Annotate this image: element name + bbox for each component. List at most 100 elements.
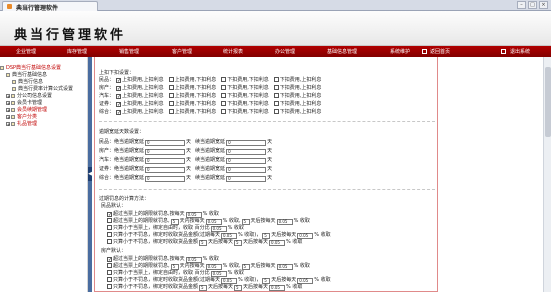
menu-item[interactable]: 企业管理 — [16, 48, 36, 55]
rule-checkbox[interactable] — [107, 218, 112, 223]
option-checkbox[interactable] — [116, 102, 122, 107]
option-checkbox[interactable] — [221, 101, 227, 106]
menu-item[interactable]: 库存管理 — [67, 48, 87, 55]
option-checkbox[interactable] — [116, 94, 122, 99]
sidebar-item[interactable]: DSP典当行基础信息设置 — [0, 65, 61, 72]
menu-item[interactable]: 办公管理 — [275, 48, 295, 55]
rule-checkbox[interactable] — [107, 232, 112, 237]
option-checkbox[interactable] — [116, 110, 122, 115]
expand-icon[interactable]: + — [6, 94, 10, 99]
grace-input[interactable]: 0 — [226, 167, 267, 173]
expand-icon[interactable]: + — [6, 122, 10, 127]
menu-home[interactable]: 返回首页 — [430, 48, 450, 55]
rule-text: % 收取 — [286, 239, 303, 245]
grace-input[interactable]: 0 — [145, 149, 186, 155]
option-label: 下扣费用,下扣利息 — [227, 109, 269, 115]
grace-input[interactable]: 0 — [145, 140, 186, 146]
row-label: 汽车： — [99, 93, 115, 99]
sidebar-tree: DSP典当行基础信息设置 典当行基础信息 典当行信息 典当行费率计算公式设置 + 分公司信… — [0, 57, 88, 292]
app-title: 典当行管理软件 — [14, 28, 127, 43]
option-checkbox[interactable] — [273, 101, 279, 106]
sidebar-item[interactable]: 典当行基础信息 — [6, 72, 47, 79]
sidebar-item-label: DSP典当行基础信息设置 — [6, 65, 62, 71]
option-checkbox[interactable] — [273, 93, 279, 98]
close-button[interactable]: × — [539, 1, 548, 9]
sidebar-item[interactable]: + 会员续期管理 — [6, 107, 47, 114]
rule-checkbox[interactable] — [107, 239, 112, 244]
penalty-rule: 只算小于不罚息，绑定时收取货品金额(过期每天 0.05% 收取)， 5 天后按每天 0.… — [105, 277, 331, 284]
rule-input[interactable]: 0.05 — [276, 264, 293, 270]
rule-input[interactable]: 5 — [199, 285, 208, 291]
menu-item[interactable]: 基础信息管理 — [327, 48, 357, 55]
option-checkbox[interactable] — [221, 109, 227, 114]
exit-icon[interactable] — [501, 49, 506, 54]
unit-label: 天 — [267, 139, 273, 145]
expand-icon[interactable]: + — [6, 115, 10, 120]
rule-input[interactable]: 5 — [199, 240, 208, 246]
rule-input[interactable]: 0.05 — [276, 219, 293, 225]
menu-item[interactable]: 系统维护 — [390, 48, 410, 55]
sidebar-item[interactable]: + 客户分类 — [6, 114, 37, 121]
grace-input[interactable]: 0 — [145, 158, 186, 164]
sidebar-item[interactable]: 典当行费率计算公式设置 — [12, 86, 73, 93]
rule-input[interactable]: 0.05 — [269, 240, 286, 246]
grace-input[interactable]: 0 — [226, 158, 267, 164]
unit-label: 天 — [267, 148, 273, 154]
rule-input[interactable]: 0.05 — [269, 285, 286, 291]
settings-form: 上扣下扣设置：民品：上扣费用,上扣利息上扣费用,下扣利息下扣费用,下扣利息下扣费… — [94, 57, 438, 292]
option-checkbox[interactable] — [168, 85, 174, 90]
rule-checkbox[interactable] — [107, 263, 112, 268]
field-label: 绝当逾期宽延 — [114, 175, 145, 181]
section-title: 逾期宽延天数设置： — [99, 129, 145, 135]
sidebar-item-label: 会员续期管理 — [17, 107, 48, 113]
expand-icon[interactable]: + — [6, 101, 10, 106]
sidebar-item[interactable]: 典当行信息 — [12, 79, 43, 86]
menu-item[interactable]: 销售管理 — [119, 48, 139, 55]
penalty-rule: 只算小于当票上，绑定自由时，收取 百分比 0.05% 收取 — [105, 225, 244, 232]
menu-exit[interactable]: 退出系统 — [510, 48, 530, 55]
rule-checkbox[interactable] — [107, 270, 112, 275]
rule-text: % 收取)， — [237, 232, 262, 238]
option-checkbox[interactable] — [168, 77, 174, 82]
browser-tab[interactable]: 典当行管理软件 — [2, 1, 98, 12]
option-checkbox[interactable] — [273, 77, 279, 82]
menu-item[interactable]: 客户管理 — [172, 48, 192, 55]
deduction-row: 汽车： 上扣费用,上扣利息 上扣费用,下扣利息 下扣费用,下扣利息 下扣费用,上扣利息 — [99, 93, 324, 100]
option-checkbox[interactable] — [273, 85, 279, 90]
option-checkbox[interactable] — [168, 109, 174, 114]
penalty-rule: 超过当票上的期限就罚息,按每天0.05% 收取 — [105, 256, 219, 263]
grace-input[interactable]: 0 — [226, 140, 267, 146]
rule-input[interactable]: 5 — [234, 240, 243, 246]
vertical-scrollbar[interactable] — [543, 57, 551, 292]
rule-checkbox[interactable] — [107, 284, 112, 289]
grace-row: 汽车：绝当逾期宽延 0 天续当逾期宽延 0 天 — [99, 157, 272, 164]
sidebar-item[interactable]: + 分公司信息设置 — [6, 93, 52, 100]
option-checkbox[interactable] — [116, 78, 122, 83]
option-checkbox[interactable] — [273, 109, 279, 114]
grace-input[interactable]: 0 — [226, 149, 267, 155]
rule-checkbox[interactable] — [107, 277, 112, 282]
maximize-button[interactable]: □ — [528, 1, 537, 9]
grace-input[interactable]: 0 — [145, 176, 186, 182]
sidebar-item[interactable]: + 礼品管理 — [6, 121, 37, 128]
option-checkbox[interactable] — [221, 85, 227, 90]
rule-checkbox[interactable] — [107, 257, 112, 262]
option-checkbox[interactable] — [168, 101, 174, 106]
sidebar-item[interactable]: + 会员卡管理 — [6, 100, 42, 107]
option-checkbox[interactable] — [221, 77, 227, 82]
option-label: 下扣费用,上扣利息 — [279, 77, 322, 83]
rule-text: % 收取 — [293, 218, 310, 224]
grace-input[interactable]: 0 — [226, 176, 267, 182]
home-icon[interactable] — [422, 49, 427, 54]
scrollbar-thumb[interactable] — [545, 67, 551, 137]
rule-input[interactable]: 5 — [234, 285, 243, 291]
minimize-button[interactable]: – — [517, 1, 526, 9]
expand-icon[interactable]: + — [6, 108, 10, 113]
option-checkbox[interactable] — [168, 93, 174, 98]
grace-input[interactable]: 0 — [145, 167, 186, 173]
rule-checkbox[interactable] — [107, 212, 112, 217]
rule-checkbox[interactable] — [107, 225, 112, 230]
option-checkbox[interactable] — [116, 86, 122, 91]
option-checkbox[interactable] — [221, 93, 227, 98]
menu-item[interactable]: 统计报表 — [223, 48, 243, 55]
